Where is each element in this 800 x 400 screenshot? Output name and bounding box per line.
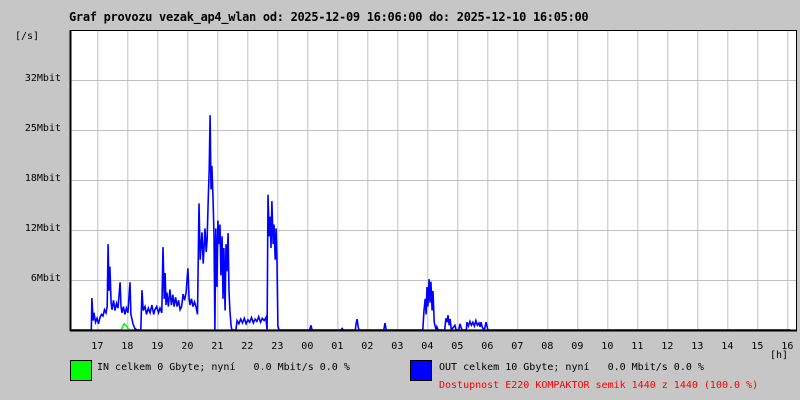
- plot-area: [69, 30, 797, 333]
- x-tick-label: 09: [571, 341, 584, 352]
- y-tick-label: 12Mbit: [24, 223, 61, 234]
- availability-text: Dostupnost E220 KOMPAKTOR semik 1440 z 1…: [439, 380, 759, 391]
- y-tick-label: 18Mbit: [24, 173, 61, 184]
- x-tick-label: 01: [331, 341, 344, 352]
- y-tick-label: 6Mbit: [30, 273, 61, 284]
- x-tick-label: 11: [631, 341, 644, 352]
- x-tick-label: 14: [721, 341, 734, 352]
- x-tick-label: 22: [241, 341, 254, 352]
- x-tick-label: 08: [541, 341, 554, 352]
- x-tick-label: 07: [511, 341, 524, 352]
- legend-out-swatch: [410, 360, 432, 381]
- x-tick-label: 06: [481, 341, 494, 352]
- x-tick-label: 17: [91, 341, 104, 352]
- x-tick-label: 16: [781, 341, 794, 352]
- x-tick-label: 12: [661, 341, 674, 352]
- x-tick-label: 10: [601, 341, 614, 352]
- x-tick-label: 18: [121, 341, 134, 352]
- legend-in-swatch: [70, 360, 92, 381]
- legend-out-text: OUT celkem 10 Gbyte; nyní 0.0 Mbit/s 0.0…: [439, 362, 704, 373]
- y-tick-label: 25Mbit: [24, 123, 61, 134]
- traffic-graph: Graf provozu vezak_ap4_wlan od: 2025-12-…: [0, 0, 800, 400]
- x-tick-label: 04: [421, 341, 434, 352]
- x-tick-label: 05: [451, 341, 464, 352]
- x-tick-label: 19: [151, 341, 164, 352]
- x-tick-label: 21: [211, 341, 224, 352]
- x-tick-label: 23: [271, 341, 284, 352]
- x-tick-label: 02: [361, 341, 374, 352]
- y-tick-label: 32Mbit: [24, 73, 61, 84]
- x-tick-label: 13: [691, 341, 704, 352]
- legend-in-text: IN celkem 0 Gbyte; nyní 0.0 Mbit/s 0.0 %: [97, 362, 350, 373]
- x-tick-label: 20: [181, 341, 194, 352]
- x-tick-label: 15: [751, 341, 764, 352]
- x-tick-label: 00: [301, 341, 314, 352]
- x-tick-label: 03: [391, 341, 404, 352]
- y-axis-unit: [/s]: [15, 31, 40, 42]
